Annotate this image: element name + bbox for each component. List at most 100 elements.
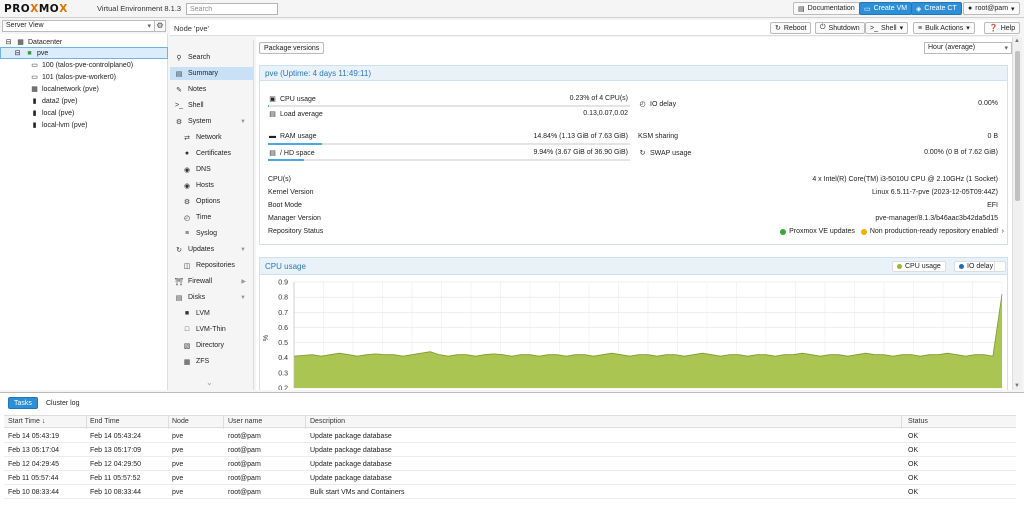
cell-end: Feb 10 08:33:44 (90, 489, 141, 496)
table-row[interactable]: Feb 11 05:57:44 Feb 11 05:57:52 pve root… (4, 472, 1016, 485)
legend-cpu-usage[interactable]: CPU usage (892, 261, 946, 272)
menu-search[interactable]: ⚲ Search (170, 51, 253, 64)
menu-updates[interactable]: ↻ Updates ▼ (170, 243, 253, 256)
gear-icon: ⚙ (175, 118, 183, 126)
tasks-panel: Tasks Cluster log Start Time ↓ End Time … (0, 392, 1024, 505)
menu-certificates[interactable]: ● Certificates (170, 147, 253, 160)
search-icon: ⚲ (176, 54, 182, 62)
cell-user: root@pam (228, 447, 261, 454)
create-vm-button[interactable]: ▭ Create VM (859, 2, 913, 15)
cpu-usage-bar (268, 105, 630, 107)
col-description[interactable]: Description (310, 418, 345, 425)
cell-status: OK (908, 461, 919, 468)
tree-node-vm-101[interactable]: ▭ 101 (talos-pve-worker0) (0, 71, 168, 83)
status-title: pve (Uptime: 4 days 11:49:11) (260, 66, 1007, 81)
col-node[interactable]: Node (172, 418, 189, 425)
documentation-button[interactable]: ▤ Documentation (793, 2, 860, 15)
legend-io-delay[interactable]: IO delay (954, 261, 999, 272)
network-icon: ⇄ (184, 134, 190, 142)
tree-node-local[interactable]: ▮ local (pve) (0, 107, 168, 119)
scroll-down-icon[interactable]: ▼ (1014, 383, 1020, 389)
tab-cluster-log[interactable]: Cluster log (40, 397, 85, 409)
content-scrollbar[interactable]: ▲ ▼ (1012, 37, 1022, 390)
warning-icon (860, 228, 867, 235)
chevron-down-icon: ▼ (240, 294, 246, 301)
shield-icon: ⛩ (174, 278, 184, 286)
chevron-right-icon: › (1001, 228, 1004, 235)
storage-icon: ▮ (32, 122, 37, 129)
manager-version-value: pve-manager/8.1.3/b46aac3b42da5d15 (875, 215, 998, 222)
legend-extra[interactable] (994, 261, 1006, 272)
server-view-select[interactable]: Server View ▾ (2, 20, 166, 32)
tree-node-data2[interactable]: ▮ data2 (pve) (0, 95, 168, 107)
search-input[interactable] (186, 3, 278, 15)
scroll-thumb[interactable] (1015, 51, 1020, 201)
menu-directory[interactable]: ▧ Directory (170, 339, 253, 352)
tree-node-pve[interactable]: ⊟ ■ pve (0, 47, 168, 59)
col-end-time[interactable]: End Time (90, 418, 120, 425)
scroll-up-icon[interactable]: ▲ (1014, 38, 1020, 44)
list-icon: ≡ (184, 230, 190, 237)
help-button[interactable]: ❓ Help (984, 22, 1021, 34)
menu-lvm-thin[interactable]: □ LVM-Thin (170, 323, 253, 336)
cell-status: OK (908, 489, 919, 496)
menu-repositories[interactable]: ◫ Repositories (170, 259, 253, 272)
boot-mode-value: EFI (987, 202, 998, 209)
menu-summary[interactable]: ▤ Summary (170, 67, 253, 80)
menu-system[interactable]: ⚙ System ▼ (170, 115, 253, 128)
timeframe-select[interactable]: Hour (average) ▾ (924, 42, 1012, 54)
table-row[interactable]: Feb 10 08:33:44 Feb 10 08:33:44 pve root… (4, 486, 1016, 499)
tree-node-vm-100[interactable]: ▭ 100 (talos-pve-controlplane0) (0, 59, 168, 71)
y-tick-label: 0.4 (278, 355, 288, 362)
menu-firewall[interactable]: ⛩ Firewall ▶ (170, 275, 253, 288)
shell-button[interactable]: >_ Shell ▾ (865, 22, 909, 34)
cpu-chart: 0.9 0.8 0.7 0.6 0.5 0.4 0.3 0.2% (263, 280, 1003, 390)
cell-status: OK (908, 475, 919, 482)
col-start-time[interactable]: Start Time ↓ (8, 418, 45, 425)
certificate-icon: ● (184, 150, 190, 157)
y-tick-label: 0.8 (278, 295, 288, 302)
gear-icon[interactable]: ⚙ (154, 20, 166, 32)
repository-status-value[interactable]: Proxmox VE updates Non production-ready … (768, 228, 1004, 235)
shutdown-button[interactable]: ⏻ Shutdown (815, 22, 865, 34)
menu-disks[interactable]: ▤ Disks ▼ (170, 291, 253, 304)
ram-usage-fill (268, 143, 322, 145)
chevron-down-icon: ▾ (966, 25, 970, 32)
chevron-down-icon: ▾ (1011, 5, 1015, 13)
table-row[interactable]: Feb 12 04:29:45 Feb 12 04:29:50 pve root… (4, 458, 1016, 471)
tab-tasks[interactable]: Tasks (8, 397, 38, 409)
bulk-actions-button[interactable]: ≡ Bulk Actions ▾ (913, 22, 975, 34)
hd-space-label: ▤ / HD space (269, 149, 315, 158)
reboot-icon: ↻ (775, 25, 781, 32)
summary-content: Package versions Hour (average) ▾ pve (U… (256, 37, 1012, 390)
cell-start: Feb 14 05:43:19 (8, 433, 59, 440)
col-sep (305, 416, 306, 429)
table-row[interactable]: Feb 13 05:17:04 Feb 13 05:17:09 pve root… (4, 444, 1016, 457)
tree-node-local-lvm[interactable]: ▮ local-lvm (pve) (0, 119, 168, 131)
load-average-label: ▤ Load average (269, 110, 323, 119)
col-user-name[interactable]: User name (228, 418, 262, 425)
menu-lvm[interactable]: ■ LVM (170, 307, 253, 320)
load-average-value: 0.13,0.07,0.02 (583, 110, 628, 117)
square-icon: ■ (184, 310, 190, 317)
chevron-down-icon[interactable]: ⌄ (206, 378, 213, 387)
menu-hosts[interactable]: ◉ Hosts (170, 179, 253, 192)
user-menu-button[interactable]: ● root@pam ▾ (963, 2, 1020, 15)
menu-options[interactable]: ⚙ Options (170, 195, 253, 208)
tree-node-localnetwork[interactable]: ▦ localnetwork (pve) (0, 83, 168, 95)
folder-icon: ▧ (183, 342, 191, 350)
menu-notes[interactable]: ✎ Notes (170, 83, 253, 96)
col-status[interactable]: Status (908, 418, 928, 425)
menu-shell[interactable]: >_ Shell (170, 99, 253, 112)
menu-syslog[interactable]: ≡ Syslog (170, 227, 253, 240)
cpu-usage-value: 0.23% of 4 CPU(s) (569, 95, 628, 102)
menu-network[interactable]: ⇄ Network (170, 131, 253, 144)
table-row[interactable]: Feb 14 05:43:19 Feb 14 05:43:24 pve root… (4, 430, 1016, 443)
menu-dns[interactable]: ◉ DNS (170, 163, 253, 176)
menu-time[interactable]: ◴ Time (170, 211, 253, 224)
reboot-button[interactable]: ↻ Reboot (770, 22, 812, 34)
menu-zfs[interactable]: ▦ ZFS (170, 355, 253, 368)
chevron-right-icon: ▶ (241, 279, 246, 285)
create-ct-button[interactable]: ◈ Create CT (911, 2, 962, 15)
package-versions-button[interactable]: Package versions (259, 42, 325, 54)
